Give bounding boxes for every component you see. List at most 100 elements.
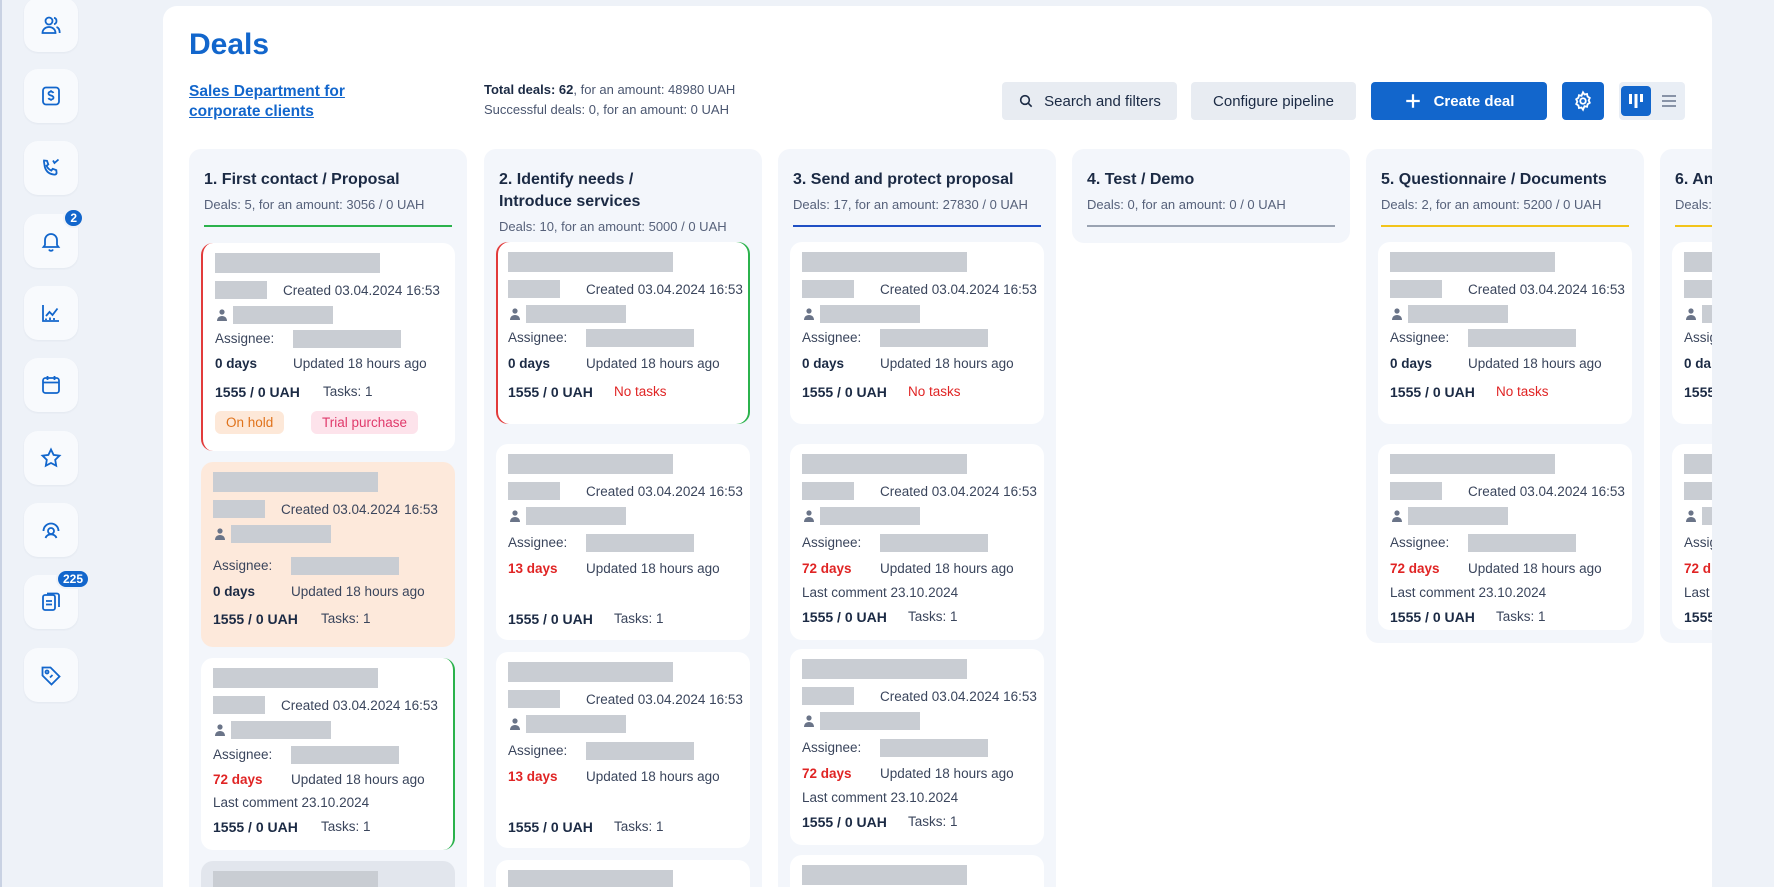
deal-card[interactable]: Assig 0 da 1555 xyxy=(1672,242,1712,424)
created-date: Created 03.04.2024 16:53 xyxy=(1468,484,1625,499)
assignee-placeholder xyxy=(880,534,988,552)
deal-title-placeholder xyxy=(508,454,673,474)
created-date: Created 03.04.2024 16:53 xyxy=(880,689,1037,704)
deal-card[interactable]: Created 03.04.2024 16:53 Assignee: 72 da… xyxy=(790,649,1044,845)
client-placeholder xyxy=(233,306,333,324)
task-count: Tasks: 1 xyxy=(323,384,373,399)
deal-age: 72 days xyxy=(1390,561,1440,576)
deal-card[interactable]: Created 03.04.2024 16:53 Assignee: 0 day… xyxy=(201,462,455,647)
tasks-badge: 225 xyxy=(55,569,90,589)
assignee-placeholder xyxy=(291,746,399,764)
client-placeholder xyxy=(820,712,920,730)
created-date: Created 03.04.2024 16:53 xyxy=(1468,282,1625,297)
deal-title-placeholder xyxy=(802,659,967,679)
assignee-label: Assignee: xyxy=(213,558,273,573)
department-link[interactable]: Sales Department for corporate clients xyxy=(189,82,389,122)
deal-title-placeholder xyxy=(508,870,673,887)
create-deal-button[interactable]: Create deal xyxy=(1371,82,1547,120)
assignee-label: Assignee: xyxy=(802,535,862,550)
successful-deals: Successful deals: 0, for an amount: 0 UA… xyxy=(484,102,729,117)
deal-title-placeholder xyxy=(215,253,380,273)
client-placeholder xyxy=(231,721,331,739)
deal-title-placeholder xyxy=(802,252,967,272)
sidebar-item-clients[interactable] xyxy=(24,0,78,52)
deal-age: 0 days xyxy=(1390,356,1433,371)
created-date: Created 03.04.2024 16:53 xyxy=(586,484,743,499)
sidebar: 2 225 xyxy=(0,0,98,887)
deal-id-placeholder xyxy=(508,280,560,298)
deal-id-placeholder xyxy=(213,500,265,518)
settings-button[interactable] xyxy=(1562,82,1604,120)
updated-time: Updated 18 hours ago xyxy=(293,356,427,371)
person-icon xyxy=(1392,308,1402,320)
updated-time: Updated 18 hours ago xyxy=(1468,561,1602,576)
sidebar-item-notifications[interactable]: 2 xyxy=(24,208,84,268)
deal-card[interactable]: Created 03.04.2024 16:53 Assignee: 13 da… xyxy=(496,444,750,640)
sidebar-item-support[interactable] xyxy=(24,503,78,557)
task-count: Tasks: 1 xyxy=(1496,609,1546,624)
updated-time: Updated 18 hours ago xyxy=(586,769,720,784)
task-count: No tasks xyxy=(908,384,961,399)
deal-age: 13 days xyxy=(508,561,558,576)
users-icon xyxy=(41,16,61,34)
configure-pipeline-button[interactable]: Configure pipeline xyxy=(1191,82,1356,120)
column-summary: Deals: 2, for an amount: 5200 / 0 UAH xyxy=(1381,197,1602,212)
deal-card[interactable]: Created 03.04.2024 16:53 Assignee: 0 day… xyxy=(496,242,750,424)
deal-amount: 1555 xyxy=(1684,384,1712,400)
task-count: Tasks: 1 xyxy=(321,611,371,626)
calendar-icon xyxy=(42,376,60,394)
client-placeholder xyxy=(526,715,626,733)
deal-amount: 1555 xyxy=(1684,609,1712,625)
assignee-placeholder xyxy=(293,330,401,348)
sidebar-item-tasks[interactable]: 225 xyxy=(24,569,90,629)
sidebar-item-calendar[interactable] xyxy=(24,358,78,412)
deal-card[interactable]: Assig 72 d Last 1555 xyxy=(1672,444,1712,630)
sidebar-item-favorites[interactable] xyxy=(24,431,78,485)
person-icon xyxy=(1392,510,1402,522)
assignee-placeholder xyxy=(586,534,694,552)
task-count: Tasks: 1 xyxy=(614,819,664,834)
deal-id-placeholder xyxy=(802,280,854,298)
person-icon xyxy=(215,528,225,540)
deal-card[interactable] xyxy=(201,861,455,887)
notifications-badge: 2 xyxy=(63,208,84,228)
pipeline-column-2: 2. Identify needs / Introduce services De… xyxy=(484,149,762,887)
sidebar-item-analytics[interactable] xyxy=(24,286,78,340)
star-icon xyxy=(40,447,62,468)
deal-card[interactable]: Created 03.04.2024 16:53 Assignee: 72 da… xyxy=(201,658,455,850)
kanban-view-button[interactable] xyxy=(1621,86,1651,116)
column-summary: Deals: 10, for an amount: 5000 / 0 UAH xyxy=(499,219,727,234)
deal-id-placeholder xyxy=(1390,280,1442,298)
sidebar-item-deals[interactable] xyxy=(24,69,78,123)
search-filters-button[interactable]: Search and filters xyxy=(1002,82,1177,120)
assignee-label: Assignee: xyxy=(508,743,568,758)
support-icon xyxy=(42,522,60,539)
client-placeholder xyxy=(231,525,331,543)
deal-title-placeholder xyxy=(1684,454,1712,474)
deal-card[interactable]: Created 03.04.2024 16:53 Assignee: 13 da… xyxy=(496,652,750,848)
deal-amount: 1555 / 0 UAH xyxy=(1390,384,1475,400)
bell-icon xyxy=(41,233,61,252)
deal-card[interactable]: Created 03.04.2024 16:53 Assignee: 72 da… xyxy=(1378,444,1632,630)
sidebar-item-products[interactable] xyxy=(24,648,78,702)
sidebar-item-calls[interactable] xyxy=(24,141,78,195)
list-view-button[interactable] xyxy=(1655,86,1683,116)
deal-title-placeholder xyxy=(802,865,967,885)
deal-amount: 1555 / 0 UAH xyxy=(802,609,887,625)
column-title: 2. Identify needs / Introduce services xyxy=(499,171,641,210)
search-filters-label: Search and filters xyxy=(1044,92,1161,110)
deal-card[interactable]: Created 03.04.2024 16:53 Assignee: 72 da… xyxy=(790,444,1044,640)
deal-amount: 1555 / 0 UAH xyxy=(508,611,593,627)
deal-age: 72 days xyxy=(802,766,852,781)
column-title: 1. First contact / Proposal xyxy=(204,171,400,188)
deal-card[interactable] xyxy=(790,855,1044,887)
created-date: Created 03.04.2024 16:53 xyxy=(586,692,743,707)
deal-card[interactable]: Created 03.04.2024 16:53 Assignee: 0 day… xyxy=(1378,242,1632,424)
deal-card[interactable] xyxy=(496,860,750,887)
person-icon xyxy=(217,309,227,321)
gear-icon xyxy=(1575,90,1591,112)
deal-card[interactable]: Created 03.04.2024 16:53 Assignee: 0 day… xyxy=(790,242,1044,424)
deal-card[interactable]: Created 03.04.2024 16:53 Assignee: 0 day… xyxy=(201,243,455,451)
chart-icon xyxy=(42,305,59,322)
column-summary: Deals: xyxy=(1675,197,1712,212)
